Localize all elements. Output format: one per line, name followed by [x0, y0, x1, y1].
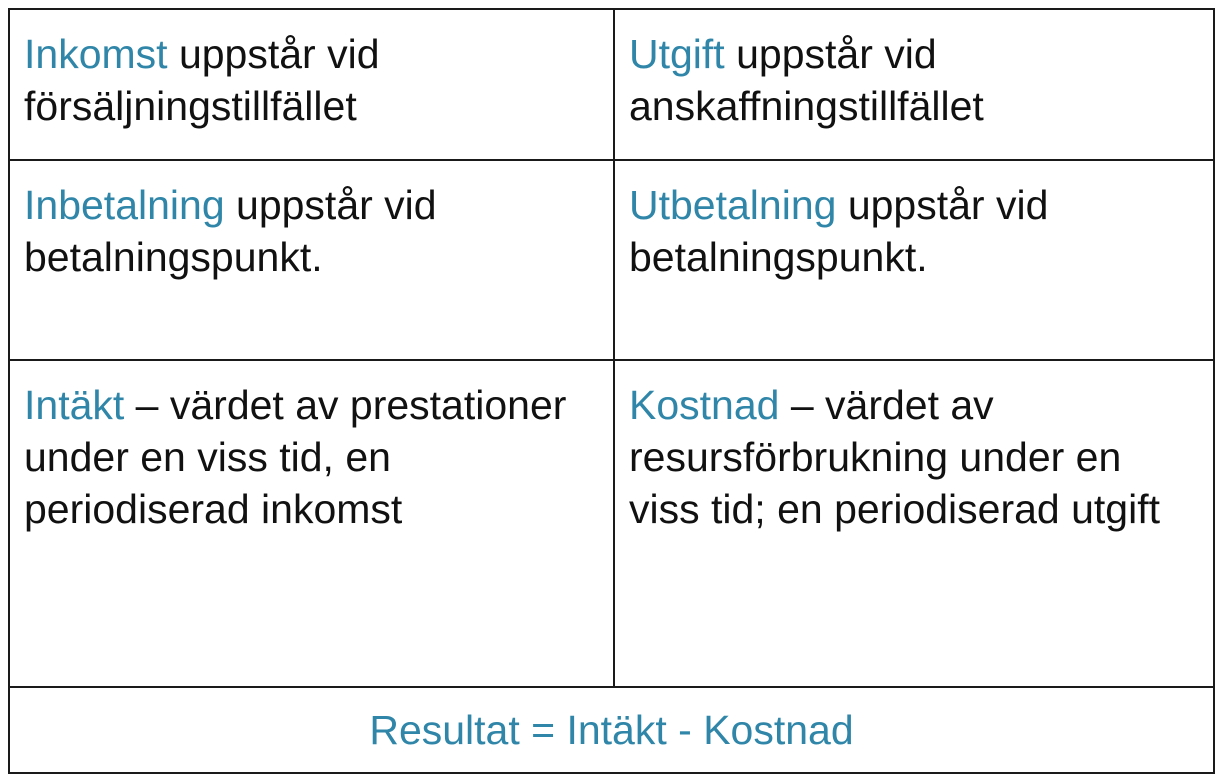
cell-utgift: Utgift uppstår vid anskaffningstillfälle…	[615, 10, 1213, 161]
term-inbetalning: Inbetalning	[24, 182, 225, 228]
result-formula-row: Resultat = Intäkt - Kostnad	[10, 688, 1213, 772]
cell-kostnad: Kostnad – värdet av resursförbrukning un…	[615, 361, 1213, 688]
cell-inkomst: Inkomst uppstår vid försäljningstillfäll…	[10, 10, 615, 161]
result-formula: Resultat = Intäkt - Kostnad	[369, 707, 854, 753]
definitions-table: Inkomst uppstår vid försäljningstillfäll…	[8, 8, 1215, 774]
term-kostnad: Kostnad	[629, 382, 780, 428]
term-utbetalning: Utbetalning	[629, 182, 837, 228]
term-utgift: Utgift	[629, 31, 725, 77]
cell-intakt: Intäkt – värdet av prestationer under en…	[10, 361, 615, 688]
term-inkomst: Inkomst	[24, 31, 168, 77]
term-intakt: Intäkt	[24, 382, 125, 428]
cell-utbetalning: Utbetalning uppstår vid betalningspunkt.	[615, 161, 1213, 361]
cell-inbetalning: Inbetalning uppstår vid betalningspunkt.	[10, 161, 615, 361]
